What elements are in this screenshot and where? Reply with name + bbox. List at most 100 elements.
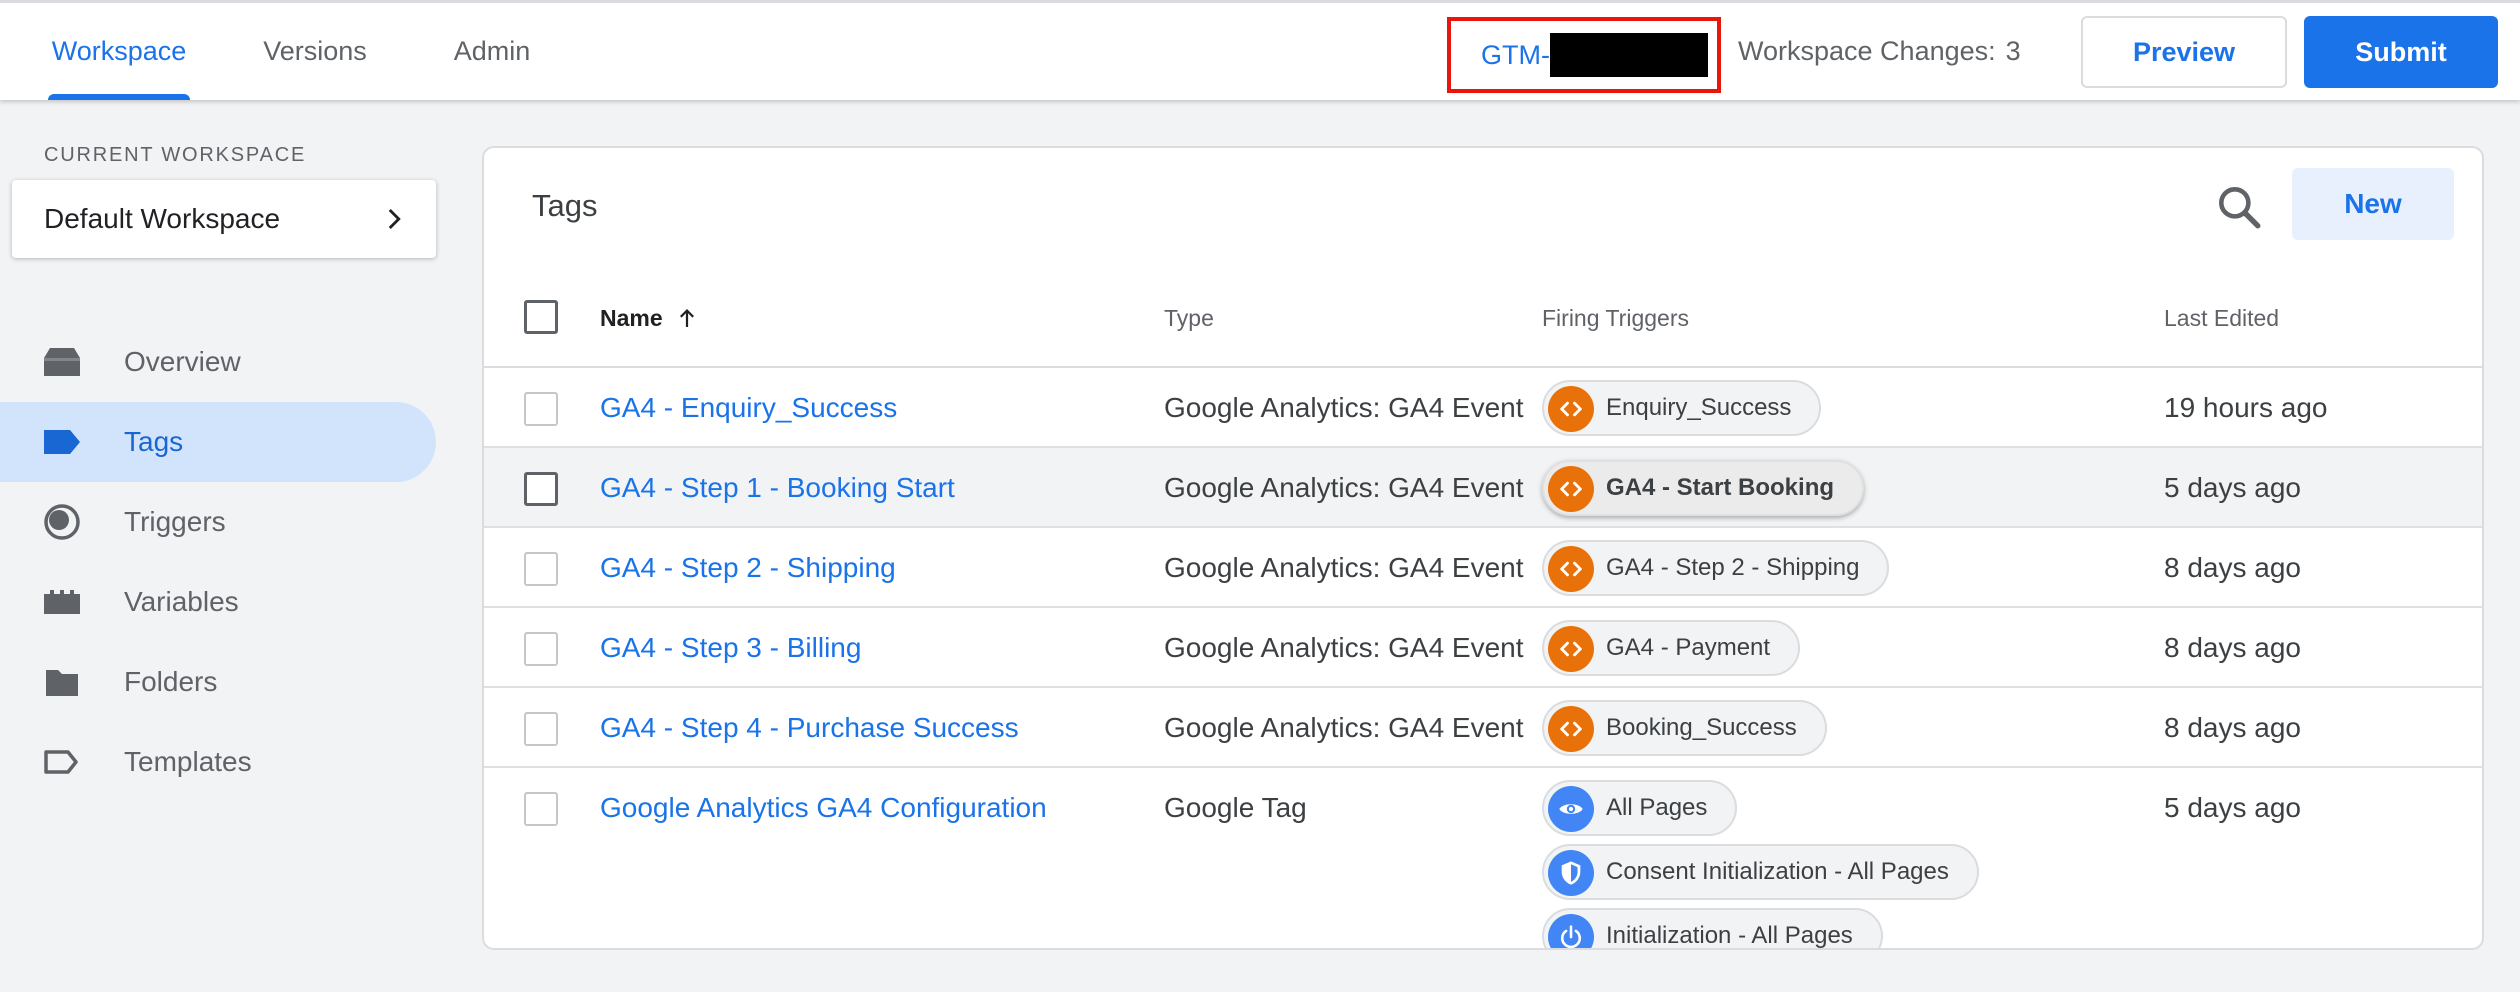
row-checkbox[interactable] xyxy=(524,392,558,426)
row-checkbox[interactable] xyxy=(524,472,558,506)
tag-type: Google Analytics: GA4 Event xyxy=(1164,392,1524,423)
table-row[interactable]: GA4 - Step 3 - Billing Google Analytics:… xyxy=(484,608,2482,688)
submit-button[interactable]: Submit xyxy=(2304,16,2498,88)
trigger-chip[interactable]: Initialization - All Pages xyxy=(1542,908,1883,949)
sidebar-item-label: Overview xyxy=(124,346,241,377)
tab-label: Workspace xyxy=(51,36,187,66)
container-id-prefix: GTM- xyxy=(1481,39,1550,70)
sidebar-item-label: Folders xyxy=(124,666,218,697)
workspace-changes: Workspace Changes: 3 xyxy=(1738,3,2021,100)
trigger-chip-label: Enquiry_Success xyxy=(1606,394,1792,421)
trigger-icon xyxy=(44,504,80,540)
search-icon[interactable] xyxy=(2214,182,2264,232)
sidebar-item-triggers[interactable]: Triggers xyxy=(0,482,436,562)
column-header-last-edited[interactable]: Last Edited xyxy=(2164,268,2279,368)
current-workspace-label: CURRENT WORKSPACE xyxy=(44,144,307,166)
trigger-chip[interactable]: GA4 - Start Booking xyxy=(1542,460,1865,516)
sort-ascending-icon xyxy=(679,309,694,327)
trigger-chip-label: Consent Initialization - All Pages xyxy=(1606,858,1949,885)
table-row[interactable]: GA4 - Enquiry_Success Google Analytics: … xyxy=(484,368,2482,448)
row-checkbox[interactable] xyxy=(524,552,558,586)
trigger-chip-label: Booking_Success xyxy=(1606,714,1797,741)
code-icon xyxy=(1548,706,1594,752)
trigger-chip[interactable]: All Pages xyxy=(1542,780,1738,836)
trigger-chip-label: GA4 - Step 2 - Shipping xyxy=(1606,554,1860,581)
tag-type: Google Analytics: GA4 Event xyxy=(1164,712,1524,743)
eye-icon xyxy=(1548,786,1594,832)
column-header-firing-triggers[interactable]: Firing Triggers xyxy=(1542,268,1689,368)
column-header-name[interactable]: Name xyxy=(600,268,699,368)
last-edited: 19 hours ago xyxy=(2164,392,2328,423)
code-icon xyxy=(1548,546,1594,592)
trigger-chip-label: All Pages xyxy=(1606,794,1708,821)
trigger-chip-label: Initialization - All Pages xyxy=(1606,922,1853,949)
tags-card: Tags New Name Type Firing Triggers Last … xyxy=(482,146,2484,950)
tag-type: Google Analytics: GA4 Event xyxy=(1164,552,1524,583)
sidebar-item-variables[interactable]: Variables xyxy=(0,562,436,642)
tag-name-link[interactable]: Google Analytics GA4 Configuration xyxy=(600,768,1047,848)
sidebar-item-folders[interactable]: Folders xyxy=(0,642,436,722)
folder-icon xyxy=(46,670,78,696)
column-header-type[interactable]: Type xyxy=(1164,268,1214,368)
row-checkbox[interactable] xyxy=(524,792,558,826)
table-row[interactable]: Google Analytics GA4 Configuration Googl… xyxy=(484,768,2482,949)
tag-type: Google Analytics: GA4 Event xyxy=(1164,632,1524,663)
code-icon xyxy=(1548,466,1594,512)
tag-name-link[interactable]: GA4 - Step 3 - Billing xyxy=(600,608,861,688)
row-checkbox[interactable] xyxy=(524,632,558,666)
workspace-changes-label: Workspace Changes: xyxy=(1738,36,1996,66)
container-id[interactable]: GTM- xyxy=(1447,17,1721,93)
active-tab-indicator xyxy=(48,94,190,100)
last-edited: 8 days ago xyxy=(2164,712,2301,743)
shield-icon xyxy=(1548,850,1594,896)
trigger-chip-label: GA4 - Payment xyxy=(1606,634,1771,661)
sidebar-item-label: Tags xyxy=(124,426,184,457)
sidebar-item-templates[interactable]: Templates xyxy=(0,722,436,802)
tag-name-link[interactable]: GA4 - Step 4 - Purchase Success xyxy=(600,688,1019,768)
last-edited: 5 days ago xyxy=(2164,792,2301,823)
workspace-name: Default Workspace xyxy=(44,203,281,234)
table-row[interactable]: GA4 - Step 4 - Purchase Success Google A… xyxy=(484,688,2482,768)
redacted-container-id xyxy=(1549,33,1708,77)
trigger-chip-label: GA4 - Start Booking xyxy=(1606,474,1835,501)
tag-name-link[interactable]: GA4 - Step 2 - Shipping xyxy=(600,528,896,608)
trigger-chip[interactable]: Booking_Success xyxy=(1542,700,1827,756)
table-row[interactable]: GA4 - Step 2 - Shipping Google Analytics… xyxy=(484,528,2482,608)
workspace-selector[interactable]: Default Workspace xyxy=(12,180,436,258)
workspace-changes-count: 3 xyxy=(2005,36,2021,66)
template-icon xyxy=(44,750,78,774)
tab-workspace[interactable]: Workspace xyxy=(44,3,194,100)
sidebar-item-label: Triggers xyxy=(124,506,226,537)
tag-type: Google Analytics: GA4 Event xyxy=(1164,472,1524,503)
last-edited: 8 days ago xyxy=(2164,552,2301,583)
row-checkbox[interactable] xyxy=(524,712,558,746)
new-tag-button[interactable]: New xyxy=(2292,168,2454,240)
column-header-label: Name xyxy=(600,304,663,331)
overview-icon xyxy=(44,348,80,376)
tag-name-link[interactable]: GA4 - Step 1 - Booking Start xyxy=(600,448,955,528)
tag-name-link[interactable]: GA4 - Enquiry_Success xyxy=(600,368,897,448)
code-icon xyxy=(1548,386,1594,432)
table-row[interactable]: GA4 - Step 1 - Booking Start Google Anal… xyxy=(484,448,2482,528)
card-title: Tags xyxy=(532,188,598,223)
sidebar-item-label: Variables xyxy=(124,586,239,617)
last-edited: 8 days ago xyxy=(2164,632,2301,663)
table-header: Name Type Firing Triggers Last Edited xyxy=(484,268,2482,368)
sidebar-item-tags[interactable]: Tags xyxy=(0,402,436,482)
trigger-chip[interactable]: GA4 - Payment xyxy=(1542,620,1801,676)
select-all-checkbox[interactable] xyxy=(524,300,558,334)
sidebar-item-overview[interactable]: Overview xyxy=(0,322,436,402)
variables-icon xyxy=(44,590,80,614)
trigger-chip[interactable]: Enquiry_Success xyxy=(1542,380,1822,436)
tab-label: Versions xyxy=(263,36,367,66)
top-bar: Workspace Versions Admin GTM- Workspace … xyxy=(0,0,2520,100)
preview-button[interactable]: Preview xyxy=(2081,16,2287,88)
power-icon xyxy=(1548,914,1594,948)
tab-label: Admin xyxy=(453,36,531,66)
tag-icon xyxy=(44,430,80,454)
tab-admin[interactable]: Admin xyxy=(446,3,538,100)
chevron-right-icon xyxy=(388,209,401,229)
trigger-chip[interactable]: GA4 - Step 2 - Shipping xyxy=(1542,540,1890,596)
trigger-chip[interactable]: Consent Initialization - All Pages xyxy=(1542,844,1979,900)
tab-versions[interactable]: Versions xyxy=(256,3,374,100)
